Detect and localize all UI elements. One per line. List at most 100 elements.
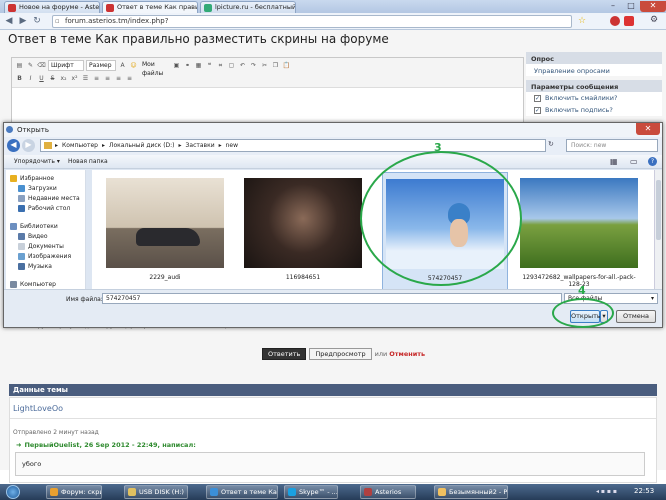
forward-arrow-icon[interactable]: ▶ bbox=[16, 15, 30, 28]
cancel-button[interactable]: Отмена bbox=[616, 310, 656, 323]
breadcrumb-disk[interactable]: Локальный диск (D:) bbox=[109, 140, 175, 151]
taskbar-item[interactable]: Asterios bbox=[360, 485, 416, 499]
topic-data-header: Данные темы bbox=[9, 384, 657, 396]
breadcrumb[interactable]: ▸ Компьютер ▸ Локальный диск (D:) ▸ Заст… bbox=[40, 139, 546, 152]
url-input[interactable]: ▫ forum.asterios.tm/index.php? bbox=[52, 15, 572, 28]
downloads-icon bbox=[18, 185, 25, 192]
nav-documents[interactable]: Документы bbox=[6, 242, 85, 252]
file-grid-scrollbar[interactable] bbox=[654, 170, 662, 289]
reply-button[interactable]: Ответить bbox=[262, 348, 307, 360]
preview-button[interactable]: Предпросмотр bbox=[309, 348, 372, 360]
minimize-icon[interactable]: – bbox=[604, 1, 622, 12]
preview-pane-icon[interactable]: ▭ bbox=[630, 157, 638, 166]
superscript-icon[interactable]: x² bbox=[70, 74, 79, 83]
option-smileys[interactable]: ✓ Включить смайлики? bbox=[526, 92, 662, 104]
quote-author[interactable]: ПервыйOuelist, 26 Sep 2012 - 22:49, напи… bbox=[24, 441, 195, 449]
wrench-icon[interactable]: ⚙ bbox=[650, 15, 658, 25]
file-item[interactable]: 1293472682_wallpapers-for-all.-pack-128-… bbox=[520, 176, 638, 298]
close-icon[interactable]: ✕ bbox=[640, 0, 666, 12]
option-signature[interactable]: ✓ Включить подпись? bbox=[526, 104, 662, 116]
start-button[interactable] bbox=[6, 485, 20, 499]
dialog-close-icon[interactable]: ✕ bbox=[636, 123, 660, 135]
align-center-icon[interactable]: ≡ bbox=[114, 74, 123, 83]
taskbar-item[interactable]: Безымянный2 - Paint bbox=[434, 485, 508, 499]
breadcrumb-current[interactable]: new bbox=[226, 140, 238, 151]
nav-music[interactable]: Музыка bbox=[6, 262, 85, 272]
redo-icon[interactable]: ↷ bbox=[249, 61, 258, 70]
window-controls: – □ ✕ bbox=[604, 0, 666, 12]
reload-icon[interactable]: ↻ bbox=[30, 15, 44, 28]
nav-favorites[interactable]: Избранное bbox=[6, 174, 85, 184]
checkbox-checked-icon[interactable]: ✓ bbox=[534, 94, 541, 102]
browser-tab-2[interactable]: lpicture.ru - бесплатный х bbox=[200, 1, 296, 13]
image-icon[interactable]: ▦ bbox=[194, 61, 203, 70]
bullet-list-icon[interactable]: ☰ bbox=[81, 74, 90, 83]
copy-icon[interactable]: ❐ bbox=[271, 61, 280, 70]
bold-icon[interactable]: B bbox=[15, 74, 24, 83]
taskbar-item[interactable]: USB DISK (H:) bbox=[124, 485, 188, 499]
undo-icon[interactable]: ↶ bbox=[238, 61, 247, 70]
nav-downloads[interactable]: Загрузки bbox=[6, 184, 85, 194]
nav-video[interactable]: Видео bbox=[6, 232, 85, 242]
text-color-icon[interactable]: A bbox=[118, 61, 127, 70]
dialog-search-input[interactable]: Поиск: new bbox=[566, 139, 658, 152]
divider bbox=[10, 418, 656, 419]
help-icon[interactable]: ? bbox=[648, 157, 657, 166]
strike-icon[interactable]: S bbox=[48, 74, 57, 83]
breadcrumb-folder[interactable]: Заставки bbox=[186, 140, 215, 151]
file-item[interactable]: 116984651 bbox=[244, 176, 362, 298]
file-item[interactable]: 2229_audi bbox=[106, 176, 224, 298]
breadcrumb-computer[interactable]: Компьютер bbox=[62, 140, 98, 151]
nav-desktop[interactable]: Рабочий стол bbox=[6, 204, 85, 214]
organize-button[interactable]: Упорядочить ▾ bbox=[14, 158, 60, 165]
taskbar-item[interactable]: Форум: скрин bbox=[46, 485, 102, 499]
asterios-icon bbox=[364, 488, 372, 496]
align-left-icon[interactable]: ≡ bbox=[103, 74, 112, 83]
media-icon[interactable]: ▣ bbox=[172, 61, 181, 70]
post-username[interactable]: LightLoveOo bbox=[13, 404, 63, 413]
size-select[interactable]: Размер bbox=[86, 60, 116, 71]
cancel-link[interactable]: Отменить bbox=[389, 350, 425, 358]
my-files-button[interactable]: Мои файлы bbox=[140, 60, 170, 77]
refresh-icon[interactable]: ↻ bbox=[548, 140, 554, 148]
clear-icon[interactable]: ⌫ bbox=[37, 61, 46, 70]
font-select[interactable]: Шрифт bbox=[48, 60, 84, 71]
taskbar-item[interactable]: Ответ в теме Как пр... bbox=[206, 485, 278, 499]
browser-tab-1[interactable]: Ответ в теме Как правильно bbox=[102, 1, 198, 13]
italic-icon[interactable]: I bbox=[26, 74, 35, 83]
extension-icon[interactable] bbox=[610, 16, 620, 26]
or-text: или bbox=[374, 350, 388, 358]
nav-images[interactable]: Изображения bbox=[6, 252, 85, 262]
open-file-dialog: Открыть ✕ ◀ ▶ ▸ Компьютер ▸ Локальный ди… bbox=[3, 122, 663, 328]
view-icon[interactable]: ▦ bbox=[610, 157, 618, 166]
underline-icon[interactable]: U bbox=[37, 74, 46, 83]
browser-tab-0[interactable]: Новое на форуме - Asterios bbox=[4, 1, 100, 13]
cut-icon[interactable]: ✂ bbox=[260, 61, 269, 70]
back-arrow-icon[interactable]: ◀ bbox=[2, 15, 16, 28]
star-icon[interactable]: ☆ bbox=[578, 16, 588, 26]
new-folder-button[interactable]: Новая папка bbox=[68, 158, 108, 165]
poll-manage-link[interactable]: Управление опросами bbox=[526, 64, 662, 76]
paste-icon[interactable]: 📋 bbox=[282, 61, 291, 70]
numbered-list-icon[interactable]: ≡ bbox=[92, 74, 101, 83]
clock[interactable]: 22:53 bbox=[634, 487, 654, 495]
subscript-icon[interactable]: x₂ bbox=[59, 74, 68, 83]
nav-recent[interactable]: Недавние места bbox=[6, 194, 85, 204]
opera-icon[interactable] bbox=[624, 16, 634, 26]
scrollbar-thumb[interactable] bbox=[656, 180, 661, 240]
maximize-icon[interactable]: □ bbox=[622, 1, 640, 12]
spoiler-icon[interactable]: ▢ bbox=[227, 61, 236, 70]
align-right-icon[interactable]: ≡ bbox=[125, 74, 134, 83]
nav-libraries[interactable]: Библиотеки bbox=[6, 222, 85, 232]
taskbar-item[interactable]: Skype™ - ... bbox=[284, 485, 338, 499]
link-icon[interactable]: ⚭ bbox=[183, 61, 192, 70]
format-icon[interactable]: ✎ bbox=[26, 61, 35, 70]
quote-icon[interactable]: ❝ bbox=[205, 61, 214, 70]
forward-arrow-icon[interactable]: ▶ bbox=[22, 139, 35, 152]
smiley-icon[interactable]: ☺ bbox=[129, 61, 138, 70]
back-arrow-icon[interactable]: ◀ bbox=[7, 139, 20, 152]
code-icon[interactable]: ⌗ bbox=[216, 61, 225, 70]
checkbox-checked-icon[interactable]: ✓ bbox=[534, 106, 541, 114]
filename-input[interactable]: 574270457 bbox=[102, 293, 562, 304]
source-icon[interactable]: ▤ bbox=[15, 61, 24, 70]
